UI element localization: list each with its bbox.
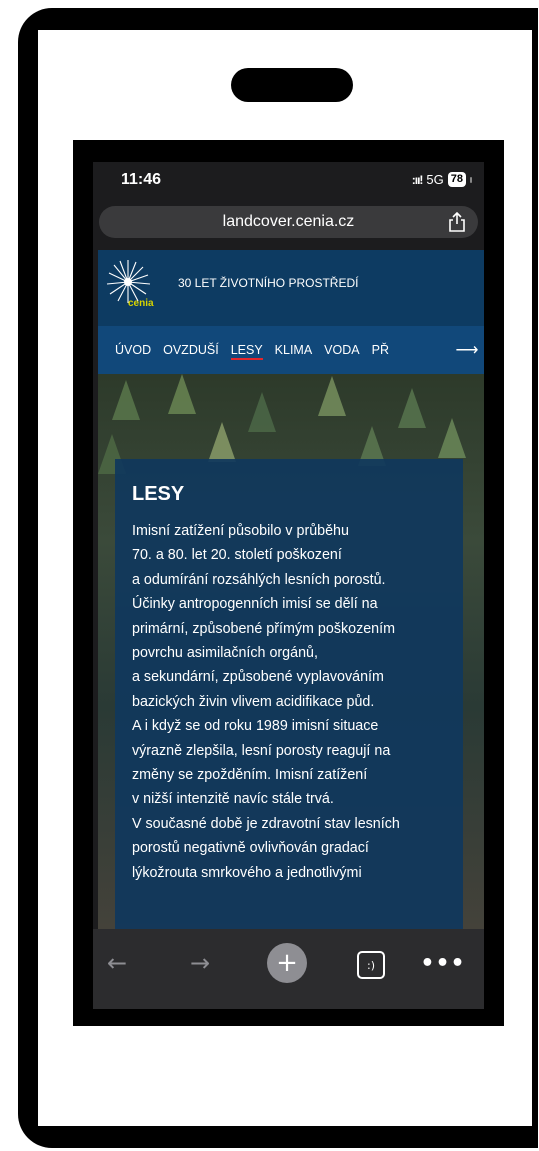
phone-screen: 11:46 :ıı! 5G 78 landcover.cenia.cz ceni… — [93, 162, 484, 1009]
tree-shape — [398, 388, 426, 428]
tree-shape — [438, 418, 466, 458]
article-line: změny se zpožděním. Imisní zatížení — [132, 767, 368, 784]
browser-toolbar: ← → + :) ••• — [93, 929, 484, 1009]
forest-hero-image: LESY Imisní zatížení působilo v průběhu … — [98, 374, 484, 929]
nav-scroll-arrow-icon[interactable]: ⟶ — [450, 326, 484, 374]
article-line: Imisní zatížení působilo v průběhu — [132, 523, 349, 539]
article-card: LESY Imisní zatížení působilo v průběhu … — [115, 459, 463, 929]
logo-wordmark: cenia — [128, 298, 154, 309]
nav-item-ovzdusi[interactable]: OVZDUŠÍ — [163, 343, 219, 357]
new-tab-plus-icon[interactable]: + — [267, 943, 307, 983]
article-body: Imisní zatížení působilo v průběhu 70. a… — [132, 519, 462, 885]
nav-item-voda[interactable]: VODA — [324, 343, 359, 357]
share-icon[interactable] — [448, 212, 466, 232]
more-options-icon[interactable]: ••• — [420, 943, 464, 983]
article-line: a sekundární, způsobené vyplavováním — [132, 669, 384, 686]
site-header: cenia 30 LET ŽIVOTNÍHO PROSTŘEDÍ — [98, 250, 484, 326]
site-tagline: 30 LET ŽIVOTNÍHO PROSTŘEDÍ — [178, 276, 359, 290]
article-line: V současné době je zdravotní stav lesníc… — [132, 815, 400, 832]
network-label: 5G — [426, 172, 444, 187]
tree-shape — [168, 374, 196, 414]
status-indicators: :ıı! 5G 78 — [412, 172, 472, 187]
article-line: A i když se od roku 1989 imisní situace — [132, 718, 379, 735]
tree-shape — [318, 376, 346, 416]
article-line: 70. a 80. let 20. století poškození — [132, 547, 342, 564]
tree-shape — [208, 422, 236, 462]
tree-shape — [112, 380, 140, 420]
article-line: primární, způsobené přímým poškozením — [132, 620, 396, 637]
article-line: výrazně zlepšila, lesní porosty reagují … — [132, 742, 391, 759]
battery-tip — [470, 176, 472, 183]
forward-arrow-icon[interactable]: → — [180, 943, 220, 983]
nav-item-klima[interactable]: KLIMA — [275, 343, 313, 357]
tab-switcher-icon[interactable]: :) — [357, 951, 385, 979]
battery-icon: 78 — [447, 172, 466, 187]
nav-item-uvod[interactable]: ÚVOD — [115, 343, 151, 357]
article-line: Účinky antropogenních imisí se dělí na — [132, 596, 378, 613]
article-line: lýkožrouta smrkového a jednotlivými — [132, 864, 362, 881]
article-line: bazických živin vlivem acidifikace půd. — [132, 693, 375, 710]
status-time: 11:46 — [121, 171, 162, 188]
article-line: povrchu asimilačních orgánů, — [132, 645, 318, 662]
article-line: a odumírání rozsáhlých lesních porostů. — [132, 571, 386, 588]
article-title: LESY — [132, 483, 185, 505]
article-line: porostů negativně ovlivňován gradací — [132, 840, 369, 857]
signal-icon: :ıı! — [411, 172, 424, 187]
address-bar[interactable]: landcover.cenia.cz — [99, 206, 478, 238]
tree-shape — [248, 392, 276, 432]
nav-item-lesy[interactable]: LESY — [230, 343, 263, 360]
url-text[interactable]: landcover.cenia.cz — [223, 213, 355, 231]
back-arrow-icon[interactable]: ← — [97, 943, 137, 983]
article-line: v nižší intenzitě navíc stále trvá. — [132, 791, 334, 808]
speaker-grille — [231, 68, 353, 102]
main-nav: ÚVOD OVZDUŠÍ LESY KLIMA VODA PŘ ⟶ — [98, 326, 484, 374]
status-bar: 11:46 :ıı! 5G 78 — [93, 162, 484, 200]
nav-item-next[interactable]: PŘ — [372, 343, 389, 357]
